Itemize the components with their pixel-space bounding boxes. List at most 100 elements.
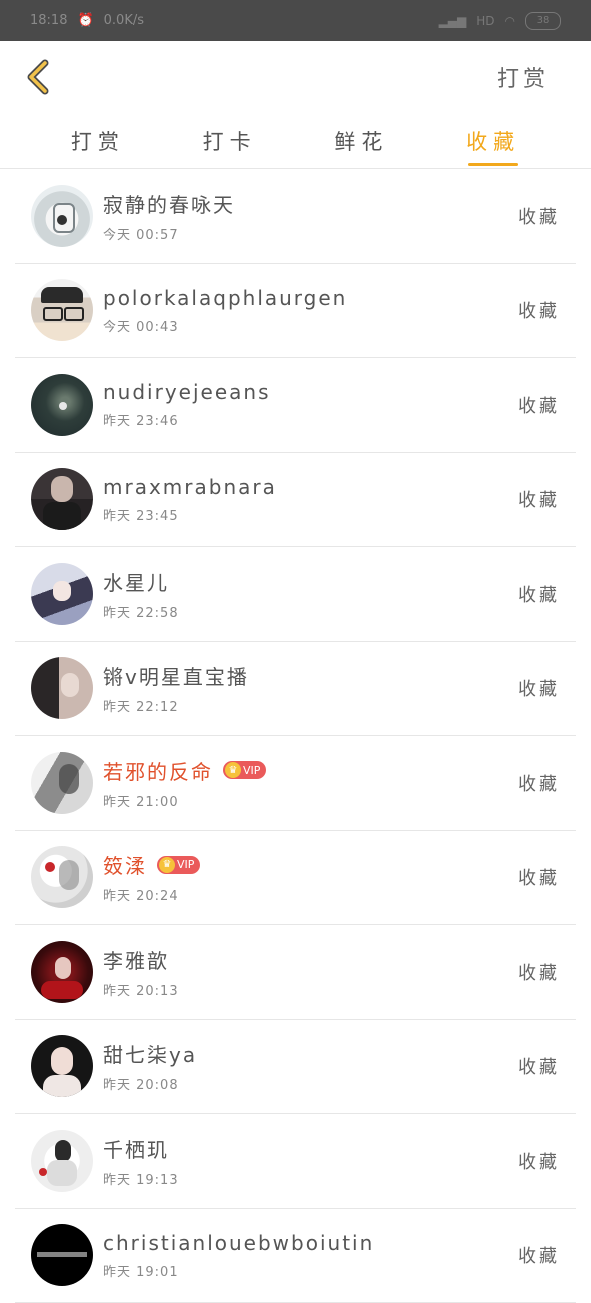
avatar[interactable] [31,657,93,719]
item-info: christianlouebwboiutin 昨天 19:01 [103,1231,518,1280]
status-right: ▂▄▆ HD ◠ 38 [439,12,561,30]
crown-icon: ♛ [225,762,241,778]
avatar[interactable] [31,846,93,908]
avatar[interactable] [31,752,93,814]
vip-label: VIP [243,764,260,777]
list-item[interactable]: nudiryejeeans 昨天 23:46 收藏 [15,358,576,453]
tab-checkin[interactable]: 打卡 [164,113,296,168]
timestamp: 今天 00:57 [103,224,518,243]
favorites-list: 寂静的春咏天 今天 00:57 收藏 polorkalaqphlaurgen 今… [0,169,591,1303]
user-name: 水星儿 [103,567,169,596]
name-line: 李雅歆 [103,945,518,974]
status-bar: 18:18 ⏰ 0.0K/s ▂▄▆ HD ◠ 38 [0,0,591,41]
back-button[interactable] [20,55,56,99]
tab-reward[interactable]: 打赏 [32,113,164,168]
signal-icon: ▂▄▆ [439,14,467,28]
reward-header-button[interactable]: 打赏 [497,61,549,93]
name-line: 寂静的春咏天 [103,189,518,218]
item-info: 水星儿 昨天 22:58 [103,567,518,621]
name-line: mraxmrabnara [103,475,518,499]
timestamp: 昨天 22:12 [103,696,518,715]
user-name: 李雅歆 [103,945,169,974]
timestamp: 昨天 23:45 [103,505,518,524]
list-item[interactable]: 千栖玑 昨天 19:13 收藏 [15,1114,576,1209]
hd-signal: HD [476,14,494,28]
name-line: polorkalaqphlaurgen [103,286,518,310]
favorite-label: 收藏 [518,581,560,607]
favorite-label: 收藏 [518,392,560,418]
avatar[interactable] [31,1224,93,1286]
list-item[interactable]: christianlouebwboiutin 昨天 19:01 收藏 [15,1209,576,1303]
list-item[interactable]: 笯渘 ♛ VIP 昨天 20:24 收藏 [15,831,576,926]
favorite-label: 收藏 [518,1148,560,1174]
item-info: 千栖玑 昨天 19:13 [103,1134,518,1188]
status-time: 18:18 [30,13,67,28]
user-name: christianlouebwboiutin [103,1231,374,1255]
favorite-label: 收藏 [518,770,560,796]
name-line: 锵v明星直宝播 [103,661,518,690]
user-name: 千栖玑 [103,1134,169,1163]
timestamp: 昨天 20:08 [103,1074,518,1093]
avatar[interactable] [31,374,93,436]
avatar[interactable] [31,941,93,1003]
tab-flowers[interactable]: 鲜花 [296,113,428,168]
timestamp: 今天 00:43 [103,316,518,335]
name-line: 水星儿 [103,567,518,596]
name-line: christianlouebwboiutin [103,1231,518,1255]
user-name: 锵v明星直宝播 [103,661,249,690]
chevron-left-icon [23,57,53,97]
list-item[interactable]: polorkalaqphlaurgen 今天 00:43 收藏 [15,264,576,359]
timestamp: 昨天 20:13 [103,980,518,999]
list-item[interactable]: 甜七柒ya 昨天 20:08 收藏 [15,1020,576,1115]
vip-label: VIP [177,858,194,871]
user-name: 笯渘 [103,850,147,879]
crown-icon: ♛ [159,857,175,873]
battery-level: 38 [537,15,550,26]
name-line: 笯渘 ♛ VIP [103,850,518,879]
list-item[interactable]: 李雅歆 昨天 20:13 收藏 [15,925,576,1020]
list-item[interactable]: 锵v明星直宝播 昨天 22:12 收藏 [15,642,576,737]
item-info: 若邪的反命 ♛ VIP 昨天 21:00 [103,756,518,810]
status-left: 18:18 ⏰ 0.0K/s [30,13,144,28]
vip-badge: ♛ VIP [223,761,266,779]
avatar[interactable] [31,468,93,530]
user-name: 若邪的反命 [103,756,213,785]
timestamp: 昨天 22:58 [103,602,518,621]
item-info: polorkalaqphlaurgen 今天 00:43 [103,286,518,335]
user-name: polorkalaqphlaurgen [103,286,347,310]
favorite-label: 收藏 [518,297,560,323]
network-speed: 0.0K/s [104,13,144,28]
list-item[interactable]: 寂静的春咏天 今天 00:57 收藏 [15,169,576,264]
alarm-icon: ⏰ [77,13,93,28]
wifi-icon: ◠ [505,14,515,28]
list-item[interactable]: 水星儿 昨天 22:58 收藏 [15,547,576,642]
favorite-label: 收藏 [518,1242,560,1268]
avatar[interactable] [31,279,93,341]
vip-badge: ♛ VIP [157,856,200,874]
user-name: mraxmrabnara [103,475,277,499]
favorite-label: 收藏 [518,675,560,701]
item-info: 甜七柒ya 昨天 20:08 [103,1039,518,1093]
name-line: 若邪的反命 ♛ VIP [103,756,518,785]
avatar[interactable] [31,1035,93,1097]
favorite-label: 收藏 [518,486,560,512]
avatar[interactable] [31,563,93,625]
favorite-label: 收藏 [518,864,560,890]
user-name: 甜七柒ya [103,1039,197,1068]
favorite-label: 收藏 [518,1053,560,1079]
item-info: mraxmrabnara 昨天 23:45 [103,475,518,524]
favorite-label: 收藏 [518,203,560,229]
tab-favorites[interactable]: 收藏 [427,113,559,168]
item-info: nudiryejeeans 昨天 23:46 [103,380,518,429]
tab-bar: 打赏 打卡 鲜花 收藏 [0,113,591,168]
avatar[interactable] [31,1130,93,1192]
list-item[interactable]: mraxmrabnara 昨天 23:45 收藏 [15,453,576,548]
user-name: nudiryejeeans [103,380,270,404]
timestamp: 昨天 19:01 [103,1261,518,1280]
timestamp: 昨天 20:24 [103,885,518,904]
avatar[interactable] [31,185,93,247]
favorite-label: 收藏 [518,959,560,985]
timestamp: 昨天 21:00 [103,791,518,810]
item-info: 锵v明星直宝播 昨天 22:12 [103,661,518,715]
list-item[interactable]: 若邪的反命 ♛ VIP 昨天 21:00 收藏 [15,736,576,831]
